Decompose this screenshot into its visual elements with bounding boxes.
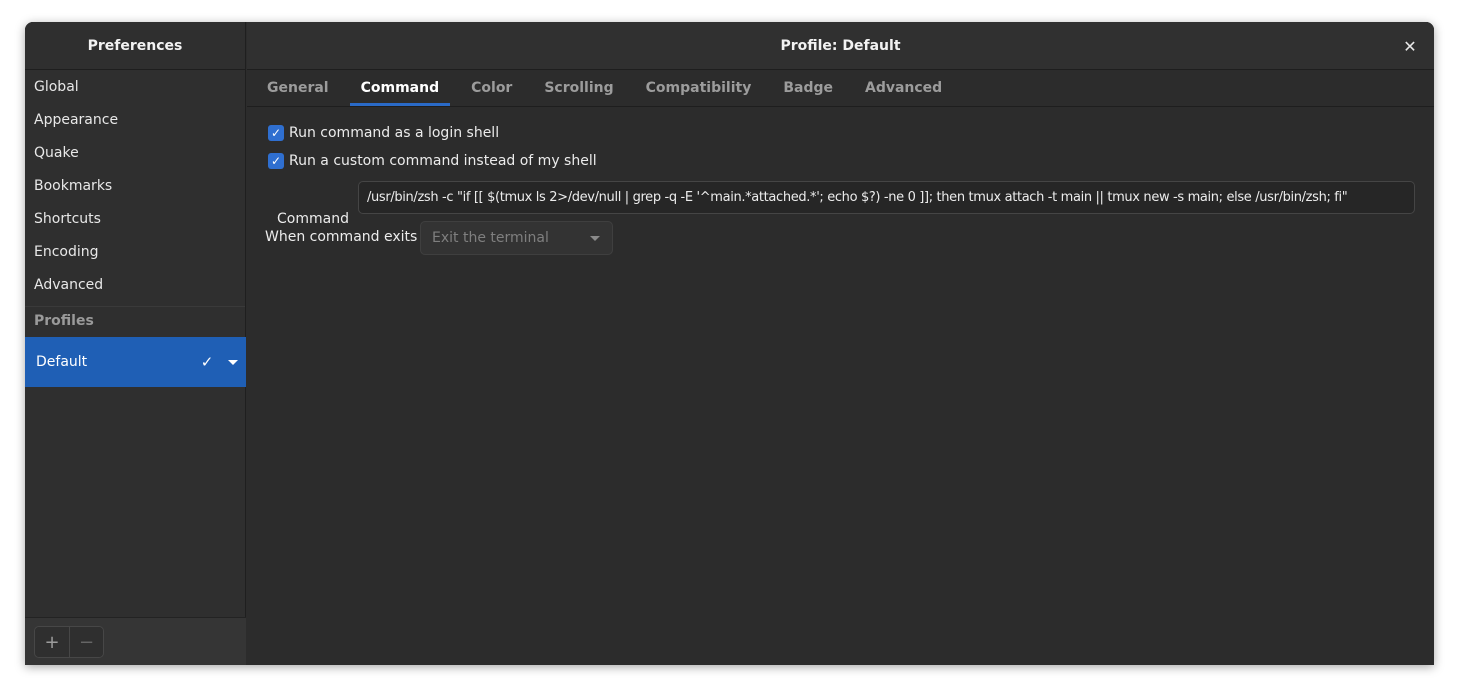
main-header: Profile: Default ✕ xyxy=(247,22,1434,70)
custom-command-label: Run a custom command instead of my shell xyxy=(289,153,597,169)
on-exit-select[interactable]: Exit the terminal xyxy=(420,221,613,255)
add-profile-button[interactable]: + xyxy=(35,627,69,657)
tab-general[interactable]: General xyxy=(256,70,340,106)
sidebar-item-appearance[interactable]: Appearance xyxy=(25,103,245,136)
custom-command-checkbox[interactable]: ✓ xyxy=(268,153,284,169)
sidebar-title: Preferences xyxy=(25,22,245,70)
main-panel: Profile: Default ✕ General Command Color… xyxy=(247,22,1434,665)
tab-advanced[interactable]: Advanced xyxy=(854,70,953,106)
profiles-heading: Profiles xyxy=(34,313,94,329)
remove-profile-button[interactable]: − xyxy=(69,627,103,657)
tab-compatibility[interactable]: Compatibility xyxy=(635,70,763,106)
login-shell-option[interactable]: ✓ Run command as a login shell xyxy=(268,125,499,141)
sidebar-list: Global Appearance Quake Bookmarks Shortc… xyxy=(25,70,245,335)
sidebar-item-global[interactable]: Global xyxy=(25,70,245,103)
login-shell-label: Run command as a login shell xyxy=(289,125,500,141)
sidebar-item-advanced[interactable]: Advanced xyxy=(25,268,245,301)
tab-badge[interactable]: Badge xyxy=(772,70,844,106)
tab-bar: General Command Color Scrolling Compatib… xyxy=(247,70,1434,107)
dropdown-arrow-icon xyxy=(590,235,600,241)
chevron-down-icon[interactable] xyxy=(220,359,246,365)
close-icon[interactable]: ✕ xyxy=(1400,36,1420,56)
login-shell-checkbox[interactable]: ✓ xyxy=(268,125,284,141)
sidebar-item-quake[interactable]: Quake xyxy=(25,136,245,169)
command-label: Command xyxy=(277,211,349,227)
custom-command-option[interactable]: ✓ Run a custom command instead of my she… xyxy=(268,153,597,169)
tab-color[interactable]: Color xyxy=(460,70,523,106)
sidebar-item-shortcuts[interactable]: Shortcuts xyxy=(25,202,245,235)
tab-scrolling[interactable]: Scrolling xyxy=(533,70,624,106)
on-exit-value: Exit the terminal xyxy=(432,230,549,246)
sidebar-item-bookmarks[interactable]: Bookmarks xyxy=(25,169,245,202)
command-input[interactable]: /usr/bin/zsh -c "if [[ $(tmux ls 2>/dev/… xyxy=(358,181,1415,214)
profile-label: Default xyxy=(36,354,88,370)
tab-command[interactable]: Command xyxy=(349,70,451,106)
sidebar-item-encoding[interactable]: Encoding xyxy=(25,235,245,268)
checkmark-icon: ✓ xyxy=(200,353,214,371)
preferences-window: Preferences Global Appearance Quake Book… xyxy=(25,22,1434,665)
sidebar: Preferences Global Appearance Quake Book… xyxy=(25,22,246,665)
profile-button-group: + − xyxy=(34,626,104,658)
page-title: Profile: Default xyxy=(780,37,901,54)
sidebar-footer: + − xyxy=(25,617,246,665)
on-exit-label: When command exits xyxy=(265,229,418,245)
profile-item-default[interactable]: Default ✓ xyxy=(25,337,246,387)
